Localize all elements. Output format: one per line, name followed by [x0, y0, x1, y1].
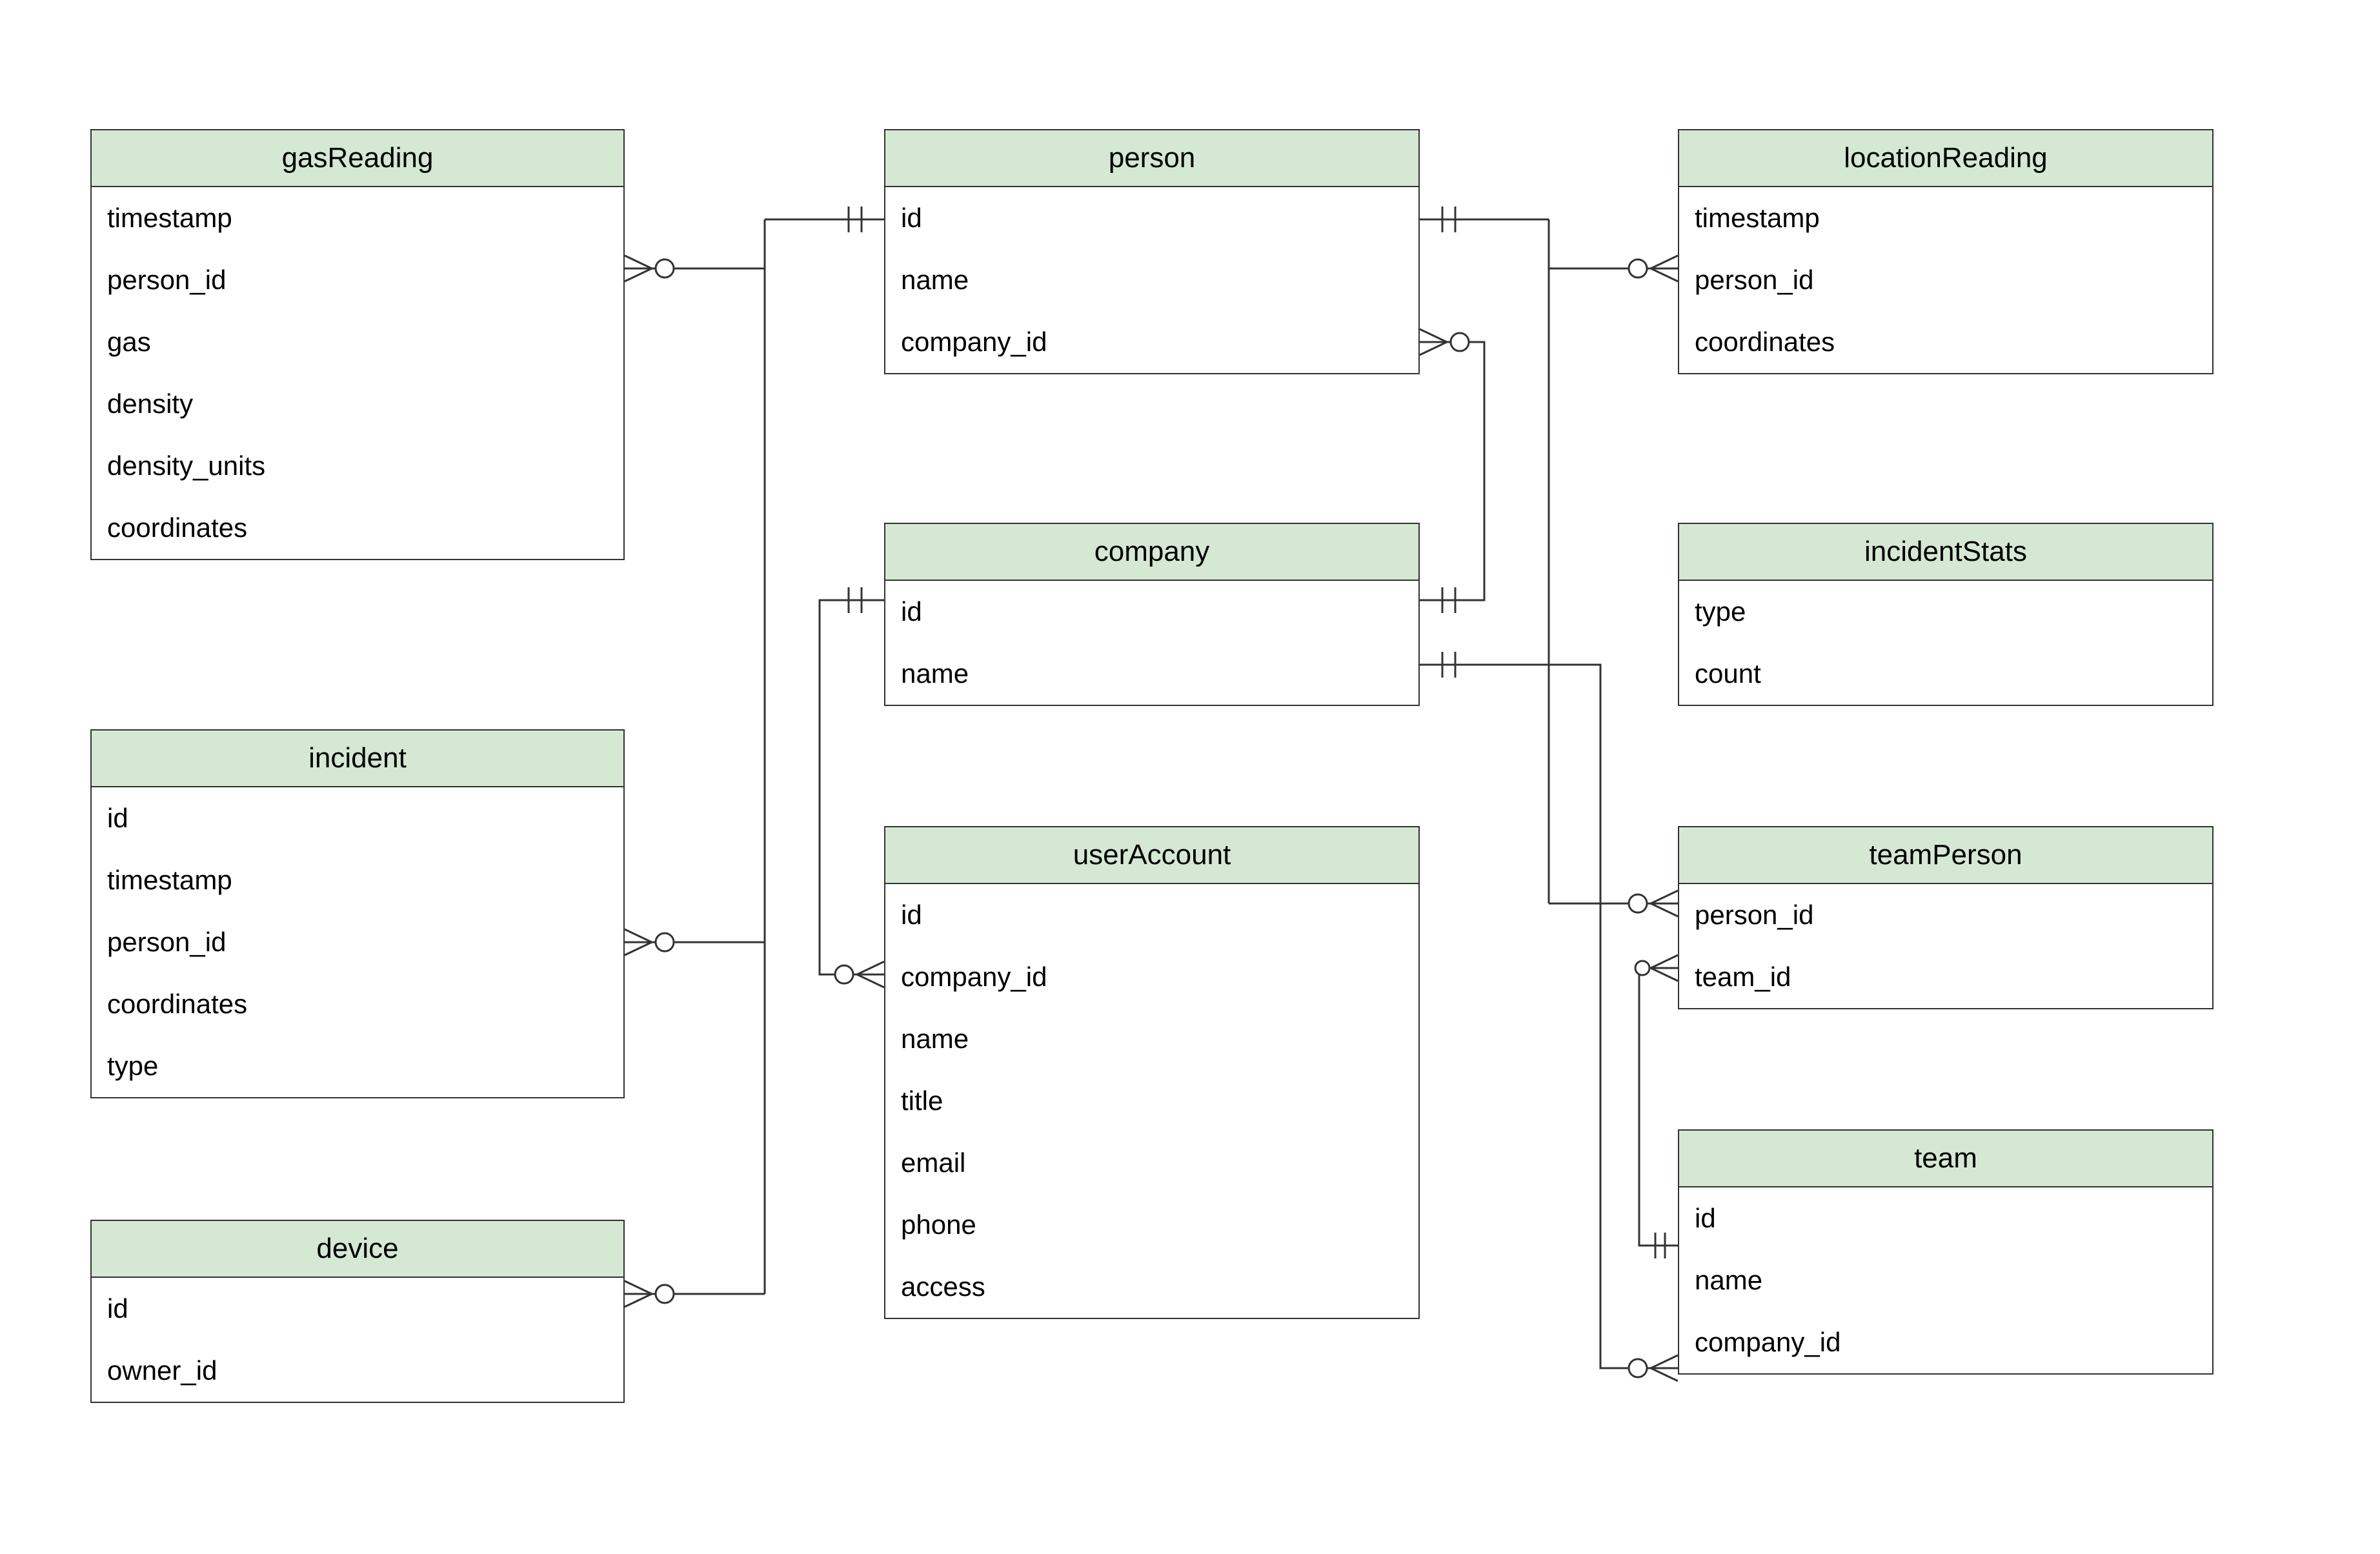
attr-name: name [885, 1008, 1418, 1070]
entity-title: teamPerson [1679, 827, 2212, 884]
attr-email: email [885, 1132, 1418, 1194]
rel-person-right [1420, 207, 1678, 916]
entity-title: incidentStats [1679, 524, 2212, 581]
attr-id: id [885, 884, 1418, 946]
attr-gas: gas [92, 311, 623, 373]
entity-userAccount: userAccount id company_id name title ema… [884, 826, 1420, 1319]
rel-person-left [625, 207, 884, 1307]
attr-type: type [1679, 581, 2212, 643]
attr-access: access [885, 1256, 1418, 1318]
entity-incidentStats: incidentStats type count [1678, 523, 2214, 706]
attr-id: id [885, 581, 1418, 643]
rel-company-team [1420, 652, 1678, 1381]
attr-id: id [1679, 1187, 2212, 1249]
er-diagram-canvas: .conn { stroke:#333; stroke-width:3; fil… [0, 0, 2380, 1554]
attr-density_units: density_units [92, 435, 623, 497]
attr-coordinates: coordinates [1679, 311, 2212, 373]
entity-teamPerson: teamPerson person_id team_id [1678, 826, 2214, 1009]
attr-coordinates: coordinates [92, 497, 623, 559]
attr-owner_id: owner_id [92, 1340, 623, 1402]
attr-company_id: company_id [885, 946, 1418, 1008]
attr-type: type [92, 1035, 623, 1097]
entity-title: person [885, 130, 1418, 187]
attr-id: id [885, 187, 1418, 249]
attr-name: name [885, 643, 1418, 705]
entity-title: userAccount [885, 827, 1418, 884]
attr-timestamp: timestamp [1679, 187, 2212, 249]
entity-incident: incident id timestamp person_id coordina… [90, 729, 625, 1098]
attr-person_id: person_id [1679, 249, 2212, 311]
entity-title: locationReading [1679, 130, 2212, 187]
attr-timestamp: timestamp [92, 187, 623, 249]
attr-id: id [92, 787, 623, 849]
rel-team-teamperson [1635, 955, 1678, 1258]
attr-id: id [92, 1278, 623, 1340]
attr-count: count [1679, 643, 2212, 705]
attr-density: density [92, 373, 623, 435]
entity-title: incident [92, 731, 623, 787]
entity-company: company id name [884, 523, 1420, 706]
entity-title: gasReading [92, 130, 623, 187]
attr-title: title [885, 1070, 1418, 1132]
attr-phone: phone [885, 1194, 1418, 1256]
attr-timestamp: timestamp [92, 849, 623, 911]
rel-company-person [1420, 329, 1484, 613]
entity-device: device id owner_id [90, 1220, 625, 1403]
rel-company-useraccount [820, 587, 884, 987]
entity-locationReading: locationReading timestamp person_id coor… [1678, 129, 2214, 374]
attr-person_id: person_id [92, 911, 623, 973]
attr-company_id: company_id [885, 311, 1418, 373]
entity-title: company [885, 524, 1418, 581]
attr-name: name [1679, 1249, 2212, 1311]
entity-team: team id name company_id [1678, 1129, 2214, 1375]
attr-coordinates: coordinates [92, 973, 623, 1035]
entity-person: person id name company_id [884, 129, 1420, 374]
attr-team_id: team_id [1679, 946, 2212, 1008]
attr-name: name [885, 249, 1418, 311]
attr-person_id: person_id [1679, 884, 2212, 946]
attr-person_id: person_id [92, 249, 623, 311]
entity-title: device [92, 1221, 623, 1278]
entity-title: team [1679, 1131, 2212, 1187]
entity-gasReading: gasReading timestamp person_id gas densi… [90, 129, 625, 560]
attr-company_id: company_id [1679, 1311, 2212, 1373]
